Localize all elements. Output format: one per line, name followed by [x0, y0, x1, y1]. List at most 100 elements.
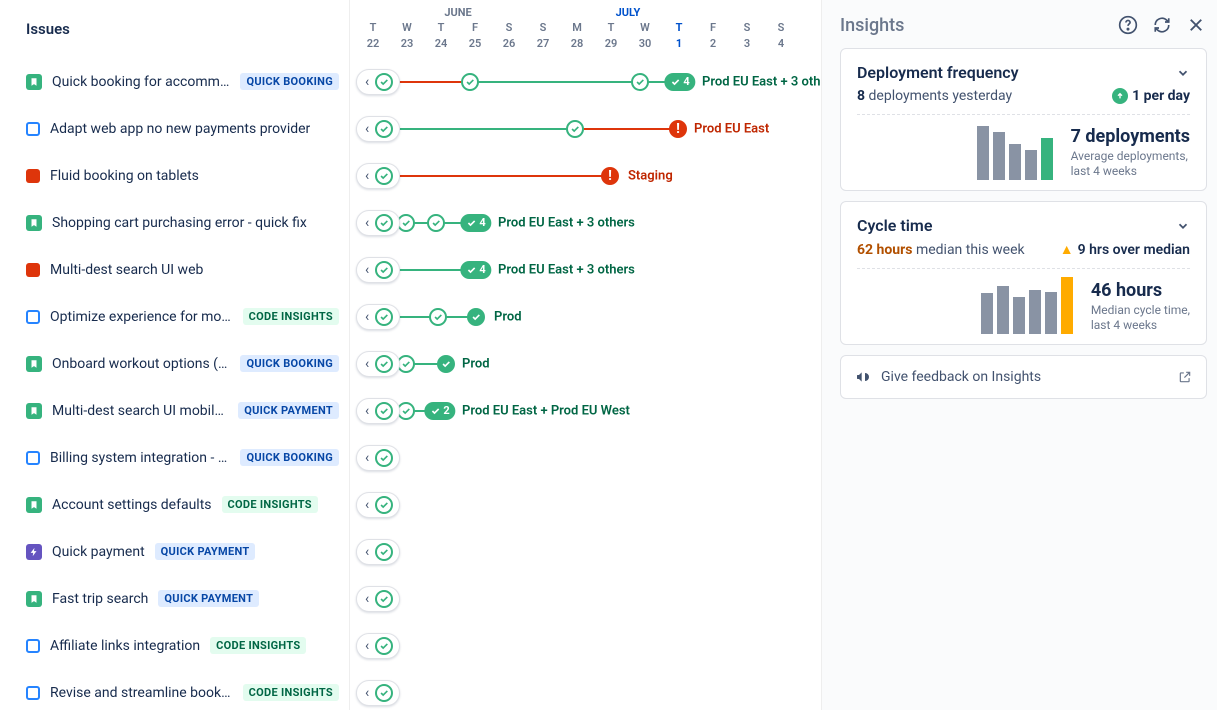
bar: [977, 126, 989, 180]
deploy-node-ok[interactable]: [631, 73, 649, 91]
deployment-pill[interactable]: ‹: [356, 680, 400, 706]
deployment-pill[interactable]: ‹: [356, 633, 400, 659]
environment-label[interactable]: Prod: [462, 356, 490, 371]
check-icon: [375, 590, 393, 608]
deployment-pill[interactable]: ‹: [356, 351, 400, 377]
chevron-left-icon: ‹: [365, 263, 369, 277]
issue-row[interactable]: Adapt web app no new payments provider: [0, 105, 349, 152]
day-number[interactable]: 3: [730, 37, 764, 51]
timeline-row: ‹! Staging: [350, 152, 821, 199]
deploy-node-error[interactable]: !: [669, 120, 687, 138]
task-icon: [26, 451, 40, 465]
feedback-button[interactable]: Give feedback on Insights: [840, 355, 1207, 399]
deploy-node-count[interactable]: 4: [460, 261, 491, 279]
refresh-icon[interactable]: [1151, 14, 1173, 36]
check-icon: [375, 120, 393, 138]
deployment-pill[interactable]: ‹: [356, 492, 400, 518]
issue-row[interactable]: Fast trip searchQUICK PAYMENT: [0, 575, 349, 622]
bar-current: [1061, 277, 1073, 334]
deployment-pill[interactable]: ‹: [356, 257, 400, 283]
deployment-pill[interactable]: ‹: [356, 539, 400, 565]
deploy-node-count[interactable]: 2: [424, 402, 455, 420]
deploy-node-error[interactable]: !: [601, 167, 619, 185]
chevron-left-icon: ‹: [365, 75, 369, 89]
environment-label[interactable]: Prod: [494, 309, 522, 324]
story-icon: [26, 74, 42, 90]
issue-row[interactable]: Multi-dest search UI mobilewebQUICK PAYM…: [0, 387, 349, 434]
chevron-left-icon: ‹: [365, 498, 369, 512]
chevron-left-icon: ‹: [365, 545, 369, 559]
deployment-pill[interactable]: ‹: [356, 210, 400, 236]
deploy-node-ok[interactable]: [429, 308, 447, 326]
weekday-label: S: [730, 21, 764, 35]
deploy-node-ok[interactable]: [437, 355, 455, 373]
day-number[interactable]: 1: [662, 37, 696, 51]
weekday-label: W: [390, 21, 424, 35]
issue-row[interactable]: Optimize experience for mobile webCODE I…: [0, 293, 349, 340]
story-icon: [26, 497, 42, 513]
deploy-node-ok[interactable]: [461, 73, 479, 91]
day-number[interactable]: 24: [424, 37, 458, 51]
close-icon[interactable]: [1185, 14, 1207, 36]
day-number[interactable]: 23: [390, 37, 424, 51]
cycle-bars: [981, 268, 1073, 334]
deploy-node-count[interactable]: 4: [664, 73, 695, 91]
deployment-frequency-card[interactable]: Deployment frequency 8 deployments yeste…: [840, 48, 1207, 191]
day-number[interactable]: 27: [526, 37, 560, 51]
deployment-pill[interactable]: ‹: [356, 445, 400, 471]
day-number[interactable]: 22: [356, 37, 390, 51]
check-fill-icon: [437, 355, 455, 373]
chevron-left-icon: ‹: [365, 357, 369, 371]
deploy-node-ok[interactable]: [467, 308, 485, 326]
issue-row[interactable]: Shopping cart purchasing error - quick f…: [0, 199, 349, 246]
cycle-time-card[interactable]: Cycle time 62 hours median this week ▲ 9…: [840, 201, 1207, 345]
issue-row[interactable]: Onboard workout options (OWO)QUICK BOOKI…: [0, 340, 349, 387]
task-icon: [26, 686, 40, 700]
environment-label[interactable]: Prod EU East + 3 others: [498, 215, 635, 230]
cycle-over: 9 hrs over median: [1078, 242, 1190, 258]
deployment-pill[interactable]: ‹: [356, 69, 400, 95]
deploy-count-badge: 4: [460, 214, 491, 232]
issue-row[interactable]: Billing system integration - frontendQUI…: [0, 434, 349, 481]
deployment-pill[interactable]: ‹: [356, 586, 400, 612]
timeline-row: ‹ Prod: [350, 340, 821, 387]
environment-label[interactable]: Staging: [628, 168, 673, 183]
issue-row[interactable]: Account settings defaultsCODE INSIGHTS: [0, 481, 349, 528]
timeline-column: JUNEJULY TWTFSSMTWTFSS 22232425262728293…: [350, 0, 821, 710]
check-icon: [631, 73, 649, 91]
environment-label[interactable]: Prod EU East + 3 others: [702, 74, 821, 89]
day-number[interactable]: 2: [696, 37, 730, 51]
day-number[interactable]: 30: [628, 37, 662, 51]
task-icon: [26, 310, 40, 324]
day-number[interactable]: 28: [560, 37, 594, 51]
deployment-pill[interactable]: ‹: [356, 304, 400, 330]
timeline-row: ‹ 4 Prod EU East + 3 others: [350, 246, 821, 293]
day-number[interactable]: 4: [764, 37, 798, 51]
issue-row[interactable]: Quick booking for accommodationsQUICK BO…: [0, 58, 349, 105]
day-number[interactable]: 25: [458, 37, 492, 51]
deployment-pill[interactable]: ‹: [356, 398, 400, 424]
deploy-node-ok[interactable]: [427, 214, 445, 232]
deployment-pill[interactable]: ‹: [356, 163, 400, 189]
chevron-left-icon: ‹: [365, 404, 369, 418]
cycle-median-suffix: median this week: [916, 242, 1025, 258]
environment-label[interactable]: Prod EU East: [694, 121, 769, 136]
environment-label[interactable]: Prod EU East + 3 others: [498, 262, 635, 277]
help-icon[interactable]: [1117, 14, 1139, 36]
day-number[interactable]: 29: [594, 37, 628, 51]
deployment-pill[interactable]: ‹: [356, 116, 400, 142]
environment-label[interactable]: Prod EU East + Prod EU West: [462, 403, 630, 418]
weekday-label: T: [594, 21, 628, 35]
chevron-down-icon[interactable]: [1176, 66, 1190, 80]
issue-row[interactable]: Revise and streamline booking flowCODE I…: [0, 669, 349, 716]
issue-row[interactable]: Quick paymentQUICK PAYMENT: [0, 528, 349, 575]
deploy-node-ok[interactable]: [566, 120, 584, 138]
issue-row[interactable]: Affiliate links integrationCODE INSIGHTS: [0, 622, 349, 669]
chevron-down-icon[interactable]: [1176, 219, 1190, 233]
issue-row[interactable]: Multi-dest search UI web: [0, 246, 349, 293]
weekday-label: T: [662, 21, 696, 35]
deploy-node-count[interactable]: 4: [460, 214, 491, 232]
issue-row[interactable]: Fluid booking on tablets: [0, 152, 349, 199]
day-number[interactable]: 26: [492, 37, 526, 51]
insights-panel: Insights Deployment frequency 8 deployme…: [822, 0, 1217, 710]
